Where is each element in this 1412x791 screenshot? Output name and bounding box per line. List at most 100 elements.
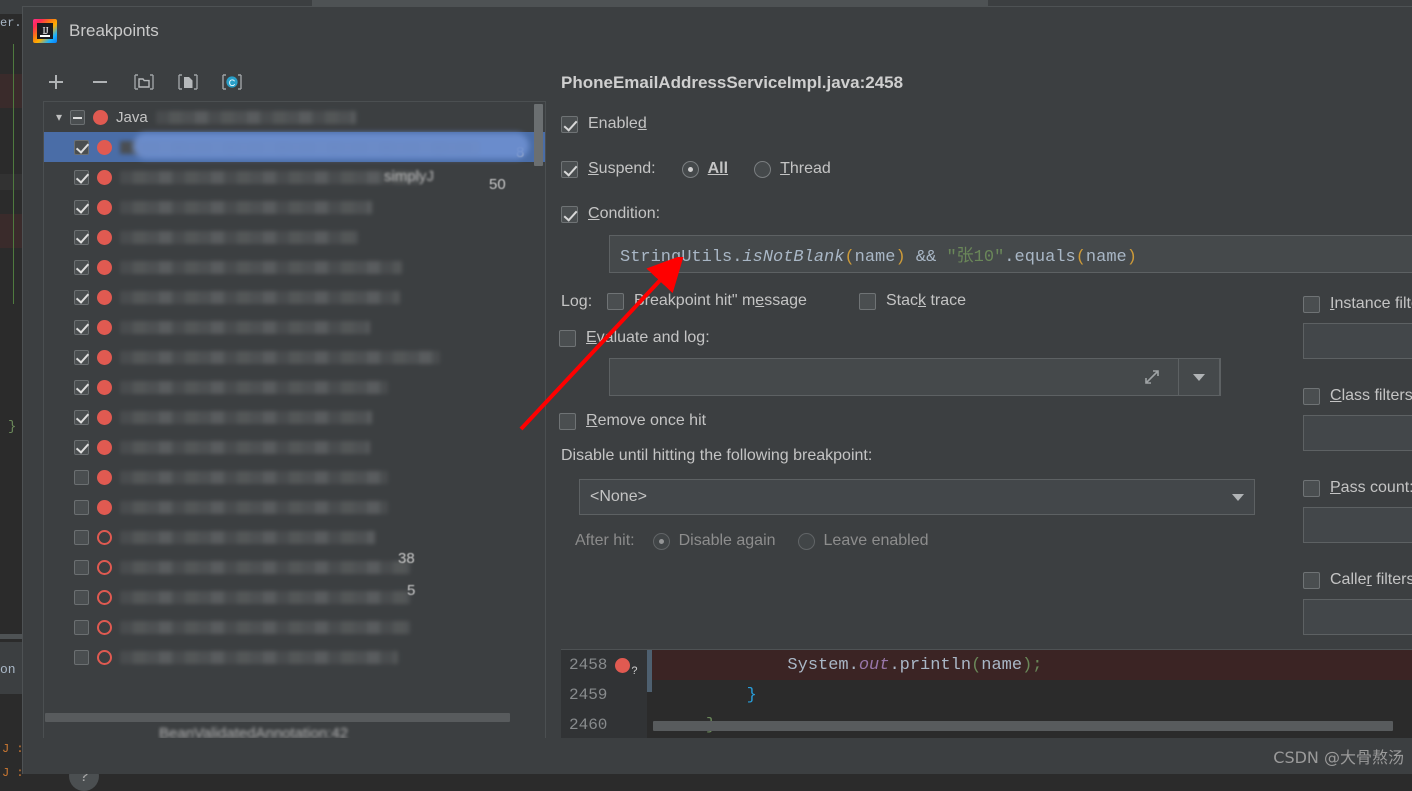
filter-input[interactable] (1303, 507, 1412, 543)
root-checkbox[interactable] (70, 110, 85, 125)
tree-row[interactable] (44, 282, 545, 312)
breakpoint-dot-icon (97, 260, 112, 275)
suspend-all-radio[interactable] (682, 161, 699, 178)
watermark: CSDN @大骨熬汤 (1273, 744, 1404, 768)
tree-row[interactable] (44, 582, 545, 612)
code-horizontal-scrollbar[interactable] (653, 721, 1393, 731)
evaluate-and-log-row[interactable]: Evaluate and log: (559, 329, 710, 347)
tree-row-root[interactable]: ▾Java (44, 102, 545, 132)
filter-header[interactable]: Pass count: (1303, 479, 1412, 497)
breakpoint-dot-icon (97, 620, 112, 635)
filter-header[interactable]: Caller filters: (1303, 571, 1412, 589)
redacted-text (120, 171, 420, 184)
tree-row-checkbox[interactable] (74, 380, 89, 395)
condition-checkbox[interactable] (561, 206, 578, 223)
tree-row-checkbox[interactable] (74, 410, 89, 425)
tree-row-checkbox[interactable] (74, 530, 89, 545)
condition-token: && (906, 248, 947, 267)
add-breakpoint-button[interactable] (43, 69, 69, 95)
tree-row-checkbox[interactable] (74, 200, 89, 215)
tree-row-checkbox[interactable] (74, 320, 89, 335)
class-breakpoint-icon[interactable]: C (219, 69, 245, 95)
condition-row[interactable]: Condition: (561, 205, 660, 223)
tree-row-checkbox[interactable] (74, 470, 89, 485)
suspend-checkbox[interactable] (561, 161, 578, 178)
tree-row[interactable] (44, 522, 545, 552)
tree-row-last-label: BeanValidatedAnnotation:42 (159, 725, 348, 739)
breakpoint-dot-icon (97, 500, 112, 515)
tree-row[interactable] (44, 312, 545, 342)
tree-row-checkbox[interactable] (74, 650, 89, 665)
conditional-breakpoint-question-icon: ? (631, 665, 637, 677)
remove-once-hit-checkbox[interactable] (559, 413, 576, 430)
tree-row[interactable] (44, 492, 545, 522)
after-hit-disable-again-radio[interactable] (653, 533, 670, 550)
suspend-row[interactable]: Suspend: All Thread (561, 160, 831, 178)
tree-row[interactable] (44, 342, 545, 372)
tree-row[interactable] (44, 162, 545, 192)
condition-token: name (1086, 248, 1127, 267)
remove-once-hit-row[interactable]: Remove once hit (559, 412, 706, 430)
tree-row-checkbox[interactable] (74, 350, 89, 365)
code-preview[interactable]: 2458? System.out.println(name);2459 }246… (561, 649, 1412, 741)
tree-row[interactable] (44, 432, 545, 462)
code-gutter[interactable]: 2458? (561, 650, 647, 680)
after-hit-leave-enabled-radio[interactable] (798, 533, 815, 550)
chevron-down-icon[interactable]: ▾ (48, 106, 70, 128)
group-breakpoints-folder-icon[interactable] (131, 69, 157, 95)
filter-header[interactable]: Class filters: (1303, 387, 1412, 405)
tree-row[interactable] (44, 402, 545, 432)
filter-input[interactable] (1303, 323, 1412, 359)
condition-token: ) (1127, 248, 1137, 267)
evaluate-and-log-checkbox[interactable] (559, 330, 576, 347)
tree-row-checkbox[interactable] (74, 230, 89, 245)
condition-input[interactable]: StringUtils.isNotBlank(name) && "张10".eq… (609, 235, 1412, 273)
expand-editor-icon[interactable] (1130, 359, 1174, 395)
tree-row-checkbox[interactable] (74, 140, 89, 155)
tree-row-checkbox[interactable] (74, 500, 89, 515)
filter-checkbox[interactable] (1303, 388, 1320, 405)
move-to-group-file-icon[interactable] (175, 69, 201, 95)
tree-row[interactable] (44, 372, 545, 402)
tree-row[interactable] (44, 642, 545, 672)
breakpoint-dot-icon[interactable] (615, 658, 630, 673)
redacted-text (120, 321, 370, 334)
filter-checkbox[interactable] (1303, 296, 1320, 313)
code-line: 2458? System.out.println(name); (561, 650, 1412, 680)
log-stack-trace-checkbox[interactable] (859, 293, 876, 310)
tree-row[interactable] (44, 552, 545, 582)
log-breakpoint-hit-row[interactable]: Breakpoint hit" message (607, 292, 807, 310)
remove-breakpoint-button[interactable] (87, 69, 113, 95)
log-stack-trace-row[interactable]: Stack trace (859, 292, 966, 310)
tree-row-checkbox[interactable] (74, 260, 89, 275)
tree-row[interactable] (44, 222, 545, 252)
tree-row[interactable] (44, 192, 545, 222)
tree-row-checkbox[interactable] (74, 170, 89, 185)
tree-row-checkbox[interactable] (74, 620, 89, 635)
tree-horizontal-scrollbar[interactable] (45, 713, 510, 722)
code-gutter[interactable]: 2460 (561, 710, 647, 740)
code-line-number: 2458 (569, 656, 607, 674)
disable-until-select[interactable]: <None> (579, 479, 1255, 515)
filter-header[interactable]: Instance filters: (1303, 295, 1412, 313)
tree-row[interactable] (44, 462, 545, 492)
code-gutter[interactable]: 2459 (561, 680, 647, 710)
enabled-row[interactable]: Enabled (561, 115, 647, 133)
evaluate-history-dropdown[interactable] (1178, 358, 1220, 396)
log-breakpoint-hit-checkbox[interactable] (607, 293, 624, 310)
evaluate-and-log-input[interactable] (609, 358, 1221, 396)
enabled-checkbox[interactable] (561, 116, 578, 133)
tree-row-checkbox[interactable] (74, 590, 89, 605)
filter-input[interactable] (1303, 599, 1412, 635)
filter-checkbox[interactable] (1303, 480, 1320, 497)
filter-checkbox[interactable] (1303, 572, 1320, 589)
breakpoint-tree[interactable]: ▾Java simplyJ850385BeanValidatedAnnotati… (43, 101, 546, 739)
tree-row[interactable] (44, 252, 545, 282)
tree-row-checkbox[interactable] (74, 560, 89, 575)
tree-row-checkbox[interactable] (74, 290, 89, 305)
suspend-thread-radio[interactable] (754, 161, 771, 178)
tree-row-checkbox[interactable] (74, 440, 89, 455)
redacted-text (120, 231, 358, 244)
tree-row[interactable] (44, 612, 545, 642)
filter-input[interactable] (1303, 415, 1412, 451)
